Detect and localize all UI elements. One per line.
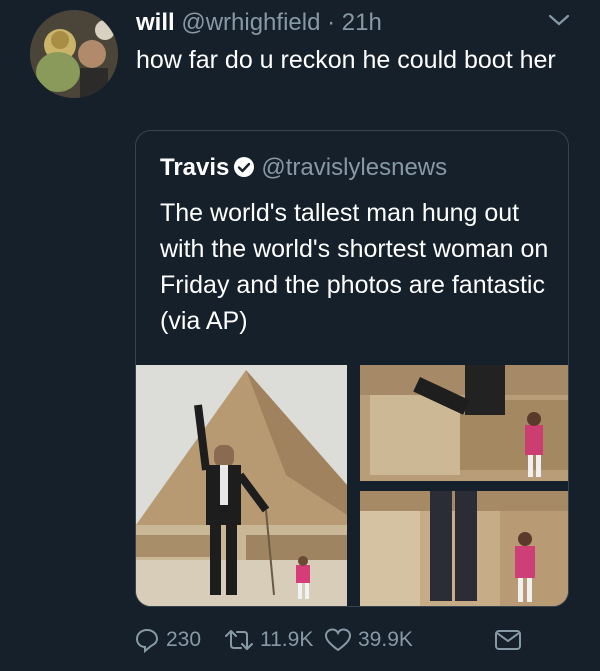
timestamp[interactable]: 21h bbox=[342, 9, 382, 36]
quoted-header: Travis @travislylesnews bbox=[160, 153, 447, 183]
retweet-icon bbox=[225, 630, 253, 650]
quoted-handle[interactable]: @travislylesnews bbox=[261, 154, 447, 181]
photo-grid bbox=[136, 365, 568, 606]
action-bar: 230 11.9K 39.9K bbox=[134, 620, 554, 660]
tweet: will @wrhighfield · 21h how far do u rec… bbox=[0, 0, 600, 671]
quoted-tweet[interactable]: Travis @travislylesnews The world's talle… bbox=[135, 130, 569, 607]
display-name[interactable]: will bbox=[136, 9, 175, 36]
like-button[interactable]: 39.9K bbox=[324, 620, 413, 660]
photo-closeup-top[interactable] bbox=[360, 365, 568, 481]
reply-icon bbox=[135, 628, 159, 653]
reply-button[interactable]: 230 bbox=[134, 620, 201, 660]
quoted-display-name[interactable]: Travis bbox=[160, 154, 229, 181]
message-icon bbox=[495, 630, 521, 650]
photo-pyramid[interactable] bbox=[136, 365, 347, 606]
verified-icon bbox=[233, 156, 255, 178]
photo-closeup-bottom[interactable] bbox=[360, 491, 568, 606]
like-icon bbox=[324, 628, 352, 652]
like-count: 39.9K bbox=[358, 628, 413, 651]
user-handle[interactable]: @wrhighfield bbox=[181, 9, 320, 36]
retweet-button[interactable]: 11.9K bbox=[224, 620, 313, 660]
separator: · bbox=[320, 9, 342, 36]
tweet-header: will @wrhighfield · 21h bbox=[136, 8, 382, 38]
reply-count: 230 bbox=[166, 628, 202, 651]
tweet-text: how far do u reckon he could boot her bbox=[136, 46, 556, 74]
quoted-text: The world's tallest man hung out with th… bbox=[160, 199, 549, 335]
message-button[interactable] bbox=[494, 620, 528, 660]
avatar[interactable] bbox=[30, 10, 118, 98]
retweet-count: 11.9K bbox=[260, 628, 314, 651]
chevron-down-icon[interactable] bbox=[548, 12, 570, 28]
